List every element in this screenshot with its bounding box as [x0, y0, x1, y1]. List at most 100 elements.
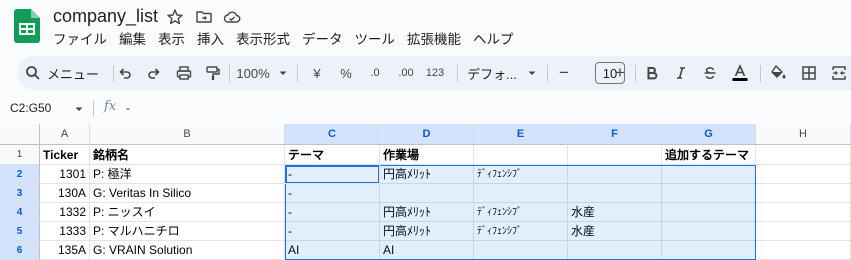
merge-cells-button[interactable] [828, 56, 850, 90]
cell-f1[interactable] [568, 145, 662, 165]
cell-e4[interactable]: ﾃﾞｨﾌｪﾝｼﾌﾞ [474, 203, 568, 222]
cell-b5[interactable]: P: マルハニチロ [90, 222, 285, 241]
cell-d3[interactable] [380, 184, 474, 203]
cell-g4[interactable] [662, 203, 756, 222]
cell-c1[interactable]: テーマ [285, 145, 380, 165]
menu-view[interactable]: 表示 [152, 31, 191, 49]
cell-b4[interactable]: P: ニッスイ [90, 203, 285, 222]
menu-edit[interactable]: 編集 [113, 31, 152, 49]
cell-f3[interactable] [568, 184, 662, 203]
cell-h1[interactable] [756, 145, 851, 165]
cell-h2[interactable] [756, 165, 851, 184]
cell-b3[interactable]: G: Veritas In Silico [90, 184, 285, 203]
cell-c4[interactable]: - [285, 203, 380, 222]
column-header-d[interactable]: D [380, 124, 474, 145]
decrease-decimal-button[interactable]: .0 [364, 56, 386, 90]
cell-h6[interactable] [756, 241, 851, 260]
row-header-1[interactable]: 1 [0, 145, 40, 165]
currency-format-button[interactable]: ¥ [307, 56, 327, 90]
menu-help[interactable]: ヘルプ [467, 31, 520, 49]
bold-button[interactable] [642, 56, 662, 90]
select-all-corner[interactable] [0, 124, 40, 145]
menu-search[interactable]: メニュー [25, 56, 107, 90]
cell-g3[interactable] [662, 184, 756, 203]
cell-g1[interactable]: 追加するテーマ [662, 145, 756, 165]
cell-a5[interactable]: 1333 [40, 222, 90, 241]
star-icon[interactable] [166, 8, 184, 26]
redo-button[interactable] [144, 56, 164, 90]
document-title[interactable]: company_list [53, 6, 158, 27]
cell-g2[interactable] [662, 165, 756, 184]
row-header-3[interactable]: 3 [0, 184, 40, 203]
increase-decimal-button[interactable]: .00 [393, 56, 419, 90]
cell-d5[interactable]: 円高ﾒﾘｯﾄ [380, 222, 474, 241]
increase-font-size-button[interactable]: + [611, 56, 629, 90]
menu-file[interactable]: ファイル [47, 31, 113, 49]
cell-c6[interactable]: AI [285, 241, 380, 260]
font-family-select[interactable]: デフォ... [465, 56, 539, 90]
name-box-dropdown-icon[interactable] [74, 104, 84, 114]
cell-a2[interactable]: 1301 [40, 165, 90, 184]
fill-color-button[interactable] [767, 56, 789, 90]
sheets-logo-icon[interactable] [14, 9, 40, 43]
strikethrough-button[interactable] [700, 56, 720, 90]
paint-format-button[interactable] [202, 56, 224, 90]
cell-e6[interactable] [474, 241, 568, 260]
cell-h5[interactable] [756, 222, 851, 241]
cell-a6[interactable]: 135A [40, 241, 90, 260]
column-header-c[interactable]: C [285, 124, 380, 145]
row-header-4[interactable]: 4 [0, 203, 40, 222]
cell-f2[interactable] [568, 165, 662, 184]
menu-insert[interactable]: 挿入 [191, 31, 230, 49]
borders-button[interactable] [798, 56, 820, 90]
column-header-g[interactable]: G [662, 124, 756, 145]
print-button[interactable] [173, 56, 195, 90]
menu-tools[interactable]: ツール [349, 31, 402, 49]
cell-b2[interactable]: P: 極洋 [90, 165, 285, 184]
formula-input[interactable]: - [126, 101, 130, 115]
zoom-select[interactable]: 100% [233, 56, 291, 90]
column-header-b[interactable]: B [90, 124, 285, 145]
row-header-6[interactable]: 6 [0, 241, 40, 260]
text-color-button[interactable] [729, 56, 751, 90]
cell-e3[interactable] [474, 184, 568, 203]
cell-e5[interactable]: ﾃﾞｨﾌｪﾝｼﾌﾞ [474, 222, 568, 241]
cell-f4[interactable]: 水産 [568, 203, 662, 222]
name-box[interactable]: C2:G50 [10, 101, 51, 115]
row-header-5[interactable]: 5 [0, 222, 40, 241]
cell-h3[interactable] [756, 184, 851, 203]
cell-a3[interactable]: 130A [40, 184, 90, 203]
column-header-f[interactable]: F [568, 124, 662, 145]
cell-e1[interactable] [474, 145, 568, 165]
cell-c5[interactable]: - [285, 222, 380, 241]
cell-h4[interactable] [756, 203, 851, 222]
cell-d1[interactable]: 作業場 [380, 145, 474, 165]
cell-g5[interactable] [662, 222, 756, 241]
italic-button[interactable] [671, 56, 691, 90]
menu-extensions[interactable]: 拡張機能 [401, 31, 467, 49]
cell-c3[interactable]: - [285, 184, 380, 203]
cloud-saved-icon[interactable] [223, 8, 241, 26]
cell-c2[interactable]: - [285, 165, 380, 184]
more-formats-button[interactable]: 123 [422, 56, 448, 90]
cell-d2[interactable]: 円高ﾒﾘｯﾄ [380, 165, 474, 184]
cell-a4[interactable]: 1332 [40, 203, 90, 222]
cell-f6[interactable] [568, 241, 662, 260]
cell-f5[interactable]: 水産 [568, 222, 662, 241]
decrease-font-size-button[interactable]: − [555, 56, 573, 90]
cell-e2[interactable]: ﾃﾞｨﾌｪﾝｼﾌﾞ [474, 165, 568, 184]
cell-d6[interactable]: AI [380, 241, 474, 260]
column-header-h[interactable]: H [756, 124, 851, 145]
cell-a1[interactable]: Ticker [40, 145, 90, 165]
cell-g6[interactable] [662, 241, 756, 260]
column-header-e[interactable]: E [474, 124, 568, 145]
menu-data[interactable]: データ [296, 31, 349, 49]
row-header-2[interactable]: 2 [0, 165, 40, 184]
cell-d4[interactable]: 円高ﾒﾘｯﾄ [380, 203, 474, 222]
menu-format[interactable]: 表示形式 [230, 31, 296, 49]
undo-button[interactable] [115, 56, 135, 90]
cell-b1[interactable]: 銘柄名 [90, 145, 285, 165]
percent-format-button[interactable]: % [335, 56, 357, 90]
move-folder-icon[interactable] [195, 8, 213, 26]
column-header-a[interactable]: A [40, 124, 90, 145]
